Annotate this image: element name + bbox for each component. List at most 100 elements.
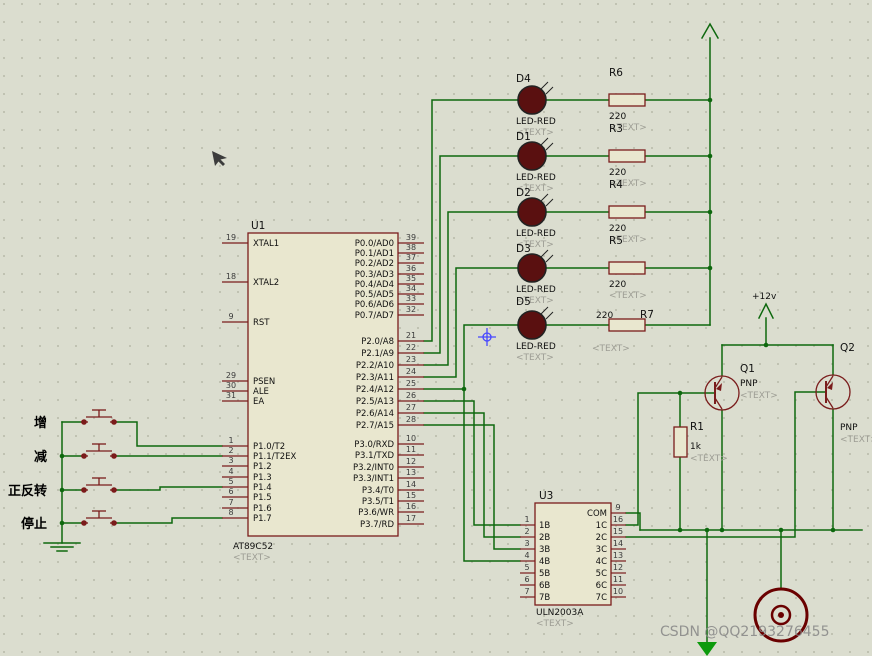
pin-number: 1 bbox=[228, 436, 233, 445]
pin-number: 11 bbox=[613, 575, 623, 584]
pin-name: EA bbox=[253, 397, 264, 407]
pin-name: ALE bbox=[253, 387, 269, 397]
pin-name: P2.2/A10 bbox=[356, 361, 394, 371]
pin-name: 4C bbox=[596, 557, 607, 567]
resistor-body bbox=[608, 261, 646, 275]
pin-number: 35 bbox=[406, 274, 416, 283]
button-label: 正反转 bbox=[8, 483, 47, 499]
junction-dot bbox=[704, 527, 710, 533]
pin-number: 15 bbox=[613, 527, 623, 536]
resistor-text-placeholder: <TEXT> bbox=[609, 291, 647, 301]
pin-number: 5 bbox=[524, 563, 529, 572]
pin-name: P3.4/T0 bbox=[362, 486, 394, 496]
pin-number: 31 bbox=[226, 391, 236, 400]
resistor-value: 1k bbox=[690, 442, 702, 452]
resistor-ref: R1 bbox=[690, 421, 704, 433]
pin-number: 13 bbox=[406, 468, 416, 477]
pin-number: 37 bbox=[406, 253, 416, 262]
resistor-ref: R4 bbox=[609, 179, 623, 191]
junction-dot bbox=[719, 527, 725, 533]
pin-name: P2.1/A9 bbox=[361, 349, 394, 359]
resistor-body bbox=[608, 205, 646, 219]
led-value: LED-RED bbox=[516, 285, 556, 295]
pin-name: P2.4/A12 bbox=[356, 385, 394, 395]
pin-number: 12 bbox=[406, 457, 416, 466]
resistor-ref: R5 bbox=[609, 235, 623, 247]
schematic-canvas[interactable] bbox=[0, 0, 872, 656]
led-ref: D5 bbox=[516, 296, 531, 308]
led-text-placeholder: <TEXT> bbox=[516, 353, 554, 363]
pin-name: 5B bbox=[539, 569, 550, 579]
junction-dot bbox=[830, 527, 836, 533]
pin-name: P2.7/A15 bbox=[356, 421, 394, 431]
pin-number: 25 bbox=[406, 379, 416, 388]
pin-number: 39 bbox=[406, 233, 416, 242]
pin-number: 22 bbox=[406, 343, 416, 352]
pin-number: 10 bbox=[406, 434, 416, 443]
pin-name: 7C bbox=[596, 593, 607, 603]
junction-dot bbox=[461, 386, 467, 392]
pin-number: 5 bbox=[228, 477, 233, 486]
pin-name: P1.6 bbox=[253, 504, 272, 514]
pin-number: 13 bbox=[613, 551, 623, 560]
pin-name: P1.0/T2 bbox=[253, 442, 285, 452]
resistor-ref: R6 bbox=[609, 67, 623, 79]
pin-name: P0.3/AD3 bbox=[355, 270, 394, 280]
pin-name: P0.2/AD2 bbox=[355, 259, 394, 269]
pin-number: 2 bbox=[228, 446, 233, 455]
pin-name: 3C bbox=[596, 545, 607, 555]
pin-name: PSEN bbox=[253, 377, 275, 387]
pin-name: P1.2 bbox=[253, 462, 272, 472]
transistor-ref: Q1 bbox=[740, 363, 755, 375]
pin-name: P3.6/WR bbox=[358, 508, 394, 518]
pin-number: 6 bbox=[524, 575, 529, 584]
button-label: 停止 bbox=[21, 516, 47, 532]
resistor-ref: R3 bbox=[609, 123, 623, 135]
pin-number: 33 bbox=[406, 294, 416, 303]
pin-number: 14 bbox=[613, 539, 623, 548]
pin-name: P2.3/A11 bbox=[356, 373, 394, 383]
pin-number: 9 bbox=[228, 312, 233, 321]
u1-value: AT89C52 bbox=[233, 542, 273, 552]
junction-dot bbox=[677, 390, 683, 396]
pin-number: 7 bbox=[228, 498, 233, 507]
u1-text-placeholder: <TEXT> bbox=[233, 553, 271, 563]
pin-number: 4 bbox=[228, 467, 233, 476]
button-label: 减 bbox=[34, 449, 47, 465]
pin-name: P1.1/T2EX bbox=[253, 452, 296, 462]
pin-number: 4 bbox=[524, 551, 529, 560]
pin-name: P3.2/INT0 bbox=[353, 463, 394, 473]
pin-name: 3B bbox=[539, 545, 550, 555]
u1-mcu[interactable]: U1 AT89C52 <TEXT> 19 18 9 29 30 31 1 2 3… bbox=[222, 220, 424, 563]
pin-name: P2.0/A8 bbox=[361, 337, 394, 347]
pin-number: 23 bbox=[406, 355, 416, 364]
pin-name: 7B bbox=[539, 593, 550, 603]
pin-name: P3.0/RXD bbox=[354, 440, 394, 450]
junction-dot bbox=[707, 209, 713, 215]
pin-number: 28 bbox=[406, 415, 416, 424]
junction-dot bbox=[59, 520, 65, 526]
pin-number: 26 bbox=[406, 391, 416, 400]
pin-name: 1B bbox=[539, 521, 550, 531]
resistor-value: 220 bbox=[596, 311, 613, 321]
led-value: LED-RED bbox=[516, 173, 556, 183]
led-ref: D2 bbox=[516, 187, 531, 199]
pin-number: 32 bbox=[406, 305, 416, 314]
led-ref: D4 bbox=[516, 73, 531, 85]
junction-dot bbox=[59, 453, 65, 459]
pin-number: 7 bbox=[524, 587, 529, 596]
transistor-value: PNP bbox=[840, 423, 858, 433]
pin-number: 19 bbox=[226, 233, 236, 242]
u1-ref: U1 bbox=[251, 220, 265, 232]
pin-name: P0.1/AD1 bbox=[355, 249, 394, 259]
led-ref: D3 bbox=[516, 243, 531, 255]
pin-name: P3.3/INT1 bbox=[353, 474, 394, 484]
pin-name: 5C bbox=[596, 569, 607, 579]
pin-name: P1.4 bbox=[253, 483, 272, 493]
resistor-body bbox=[673, 426, 688, 458]
button-label: 增 bbox=[34, 415, 47, 431]
junction-dot bbox=[707, 265, 713, 271]
junction-dot bbox=[763, 342, 769, 348]
pin-number: 15 bbox=[406, 491, 416, 500]
vcc-label: +12v bbox=[752, 292, 777, 302]
